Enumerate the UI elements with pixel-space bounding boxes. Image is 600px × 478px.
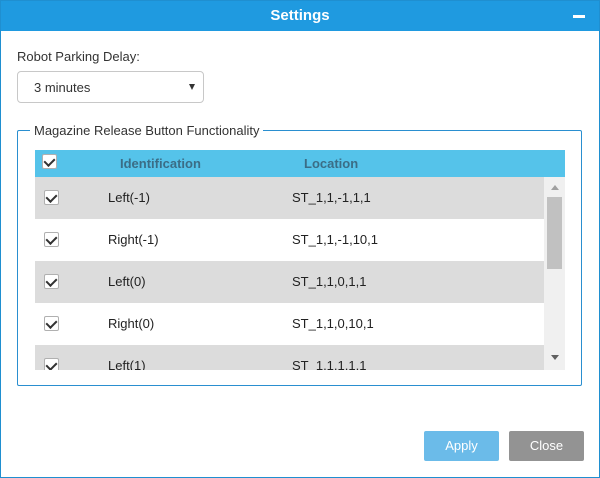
cell-location: ST_1,1,-1,1,1 xyxy=(292,190,371,205)
cell-identification: Left(-1) xyxy=(108,190,150,205)
chevron-down-icon xyxy=(189,84,195,90)
cell-location: ST_1,1,0,1,1 xyxy=(292,274,367,289)
row-checkbox[interactable] xyxy=(44,316,59,331)
column-header-identification[interactable]: Identification xyxy=(120,150,201,177)
parking-delay-value: 3 minutes xyxy=(34,80,91,95)
magazine-release-legend: Magazine Release Button Functionality xyxy=(34,123,260,138)
row-checkbox[interactable] xyxy=(44,358,59,370)
checkmark-icon xyxy=(45,274,58,288)
cell-identification: Right(-1) xyxy=(108,232,159,247)
checkmark-icon xyxy=(45,316,58,330)
cell-identification: Left(0) xyxy=(108,274,146,289)
grid-header: Identification Location xyxy=(35,150,565,177)
scroll-up-arrow-icon[interactable] xyxy=(551,185,559,190)
table-row[interactable]: Right(-1) ST_1,1,-1,10,1 xyxy=(35,219,544,261)
apply-button[interactable]: Apply xyxy=(424,431,499,461)
checkmark-icon xyxy=(45,190,58,204)
select-all-checkbox[interactable] xyxy=(42,154,57,169)
parking-delay-select[interactable]: 3 minutes xyxy=(17,71,204,103)
grid-scrollbar[interactable] xyxy=(544,177,565,370)
cell-identification: Left(1) xyxy=(108,358,146,370)
checkmark-icon xyxy=(45,232,58,246)
table-row[interactable]: Left(-1) ST_1,1,-1,1,1 xyxy=(35,177,544,219)
scrollbar-thumb[interactable] xyxy=(547,197,562,269)
column-header-location[interactable]: Location xyxy=(304,150,358,177)
scroll-down-arrow-icon[interactable] xyxy=(551,355,559,360)
dialog-titlebar: Settings xyxy=(1,1,599,31)
cell-identification: Right(0) xyxy=(108,316,155,331)
minimize-icon[interactable] xyxy=(573,15,585,18)
close-button[interactable]: Close xyxy=(509,431,584,461)
row-checkbox[interactable] xyxy=(44,232,59,247)
parking-delay-label: Robot Parking Delay: xyxy=(17,49,140,64)
magazine-grid: Identification Location Left(-1) ST_1,1,… xyxy=(35,150,565,370)
row-checkbox[interactable] xyxy=(44,274,59,289)
checkmark-icon xyxy=(43,154,56,168)
cell-location: ST_1,1,-1,10,1 xyxy=(292,232,378,247)
cell-location: ST_1,1,0,10,1 xyxy=(292,316,374,331)
checkmark-icon xyxy=(45,358,58,370)
table-row[interactable]: Left(0) ST_1,1,0,1,1 xyxy=(35,261,544,303)
table-row[interactable]: Left(1) ST_1,1,1,1,1 xyxy=(35,345,544,370)
row-checkbox[interactable] xyxy=(44,190,59,205)
table-row[interactable]: Right(0) ST_1,1,0,10,1 xyxy=(35,303,544,345)
grid-rows: Left(-1) ST_1,1,-1,1,1 Right(-1) ST_1,1,… xyxy=(35,177,544,370)
cell-location: ST_1,1,1,1,1 xyxy=(292,358,367,370)
dialog-title: Settings xyxy=(270,7,330,24)
